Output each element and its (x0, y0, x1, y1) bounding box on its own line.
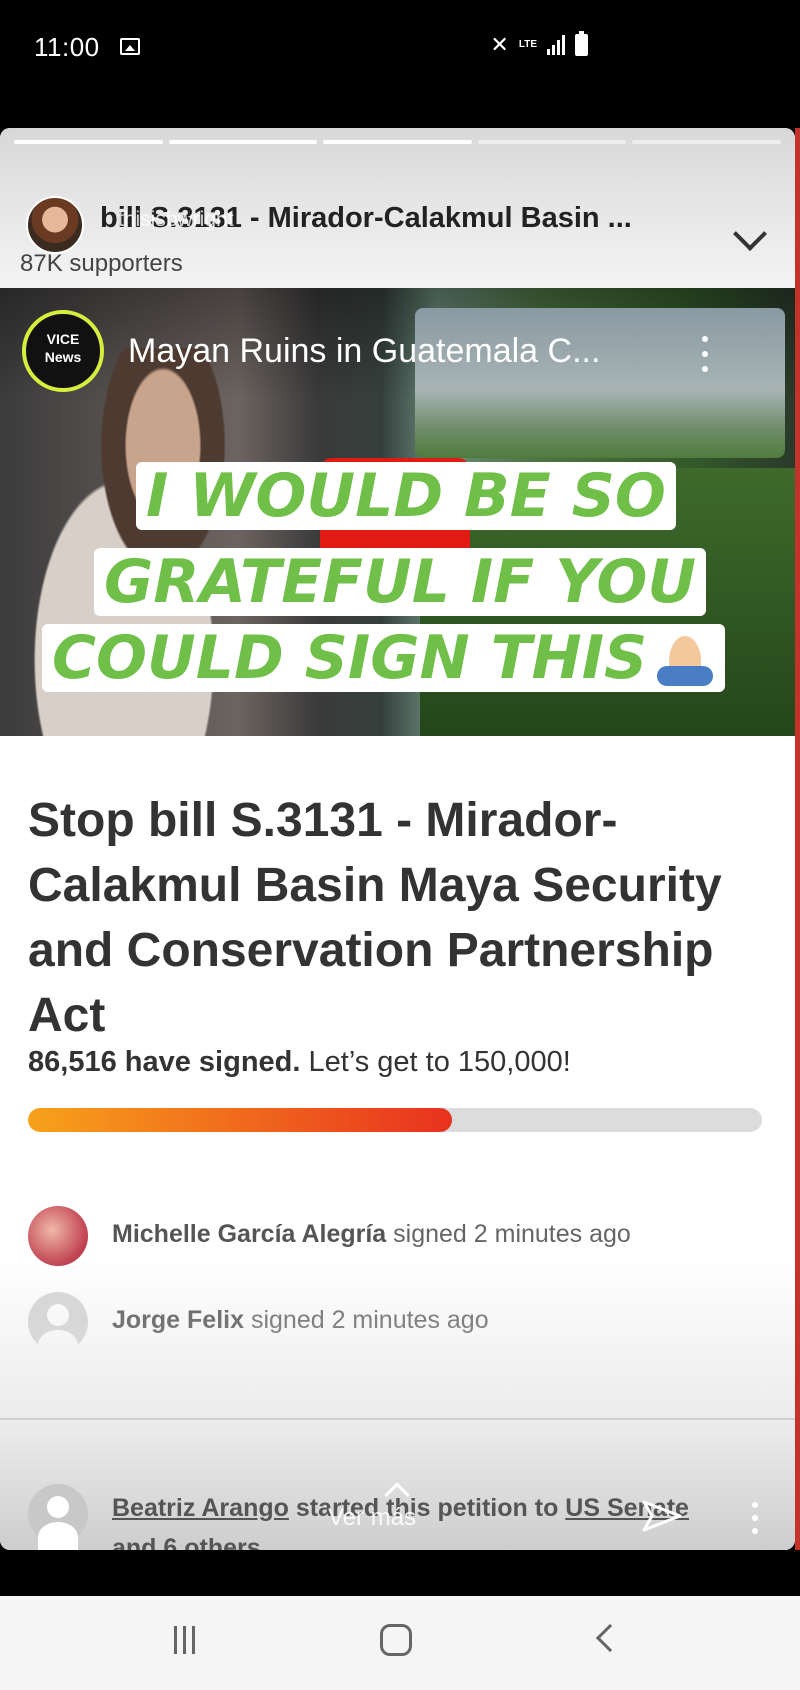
starter-text-end: and 6 others (112, 1534, 261, 1550)
back-button[interactable] (595, 1623, 625, 1653)
signed-count: 86,516 have signed. (28, 1046, 301, 1078)
helicopter-window (415, 308, 785, 458)
story-progress-segment (477, 140, 627, 144)
status-time: 11:00 (34, 32, 100, 62)
status-icons: ✕ LTE (490, 31, 588, 57)
story-progress (14, 140, 781, 144)
story-progress-segment (14, 140, 163, 144)
signal-icon (547, 35, 565, 55)
signer-text: Michelle García Alegría signed 2 minutes… (112, 1220, 631, 1249)
recent-signer: Jorge Felix signed 2 minutes ago (28, 1292, 768, 1352)
recent-signer: Michelle García Alegría signed 2 minutes… (28, 1206, 768, 1266)
petition-starter: Beatriz Arango started this petition to … (112, 1488, 722, 1550)
send-icon[interactable] (642, 1500, 682, 1532)
signature-progress-fill (28, 1108, 452, 1132)
vice-logo-line1: VICE (46, 331, 80, 347)
video-title: Mayan Ruins in Guatemala C... (128, 332, 601, 370)
signature-progress-bar (28, 1108, 762, 1132)
signature-count: 86,516 have signed. Let’s get to 150,000… (28, 1046, 571, 1079)
signer-text: Jorge Felix signed 2 minutes ago (112, 1306, 489, 1335)
sticker-line-3: COULD SIGN THIS (42, 623, 726, 693)
story-progress-segment (632, 140, 781, 144)
home-button[interactable] (380, 1624, 412, 1656)
story-avatar[interactable] (26, 196, 84, 254)
next-story-edge (795, 128, 800, 1550)
recents-button[interactable] (174, 1626, 195, 1654)
see-more-button[interactable]: Ver más (328, 1504, 416, 1532)
starter-avatar (28, 1484, 88, 1550)
signer-avatar (28, 1206, 88, 1266)
supporters-count: 87K supporters (20, 250, 183, 277)
vice-news-logo: VICE News (22, 310, 104, 392)
sticker-line-2: GRATEFUL IF YOU (94, 548, 707, 616)
signer-action: signed 2 minutes ago (250, 1306, 489, 1334)
story-username[interactable]: thisisbwright (118, 208, 234, 232)
sticker-line-1: I WOULD BE SO (136, 462, 676, 530)
petition-title[interactable]: Stop bill S.3131 - Mirador-Calakmul Basi… (28, 788, 748, 1048)
lte-icon: LTE (518, 39, 537, 50)
image-notification-icon (120, 38, 140, 55)
story-progress-segment (323, 140, 472, 144)
starter-name-link[interactable]: Beatriz Arango (112, 1494, 289, 1522)
signer-name: Michelle García Alegría (112, 1220, 387, 1248)
signature-goal: Let’s get to 150,000! (308, 1046, 571, 1078)
sticker-line-3-text: COULD SIGN THIS (52, 623, 648, 693)
battery-icon (575, 31, 588, 56)
vice-logo-line2: News (44, 349, 82, 365)
signer-action: signed 2 minutes ago (393, 1220, 631, 1248)
story-more-icon[interactable] (752, 1502, 758, 1534)
mute-icon: ✕ (490, 32, 509, 57)
signer-avatar (28, 1292, 88, 1352)
video-more-icon[interactable] (702, 336, 710, 372)
praying-hands-icon (655, 634, 715, 688)
petition-header: bill S.3131 - Mirador-Calakmul Basin ...… (0, 162, 795, 282)
person-icon (28, 1484, 88, 1550)
story-card[interactable]: bill S.3131 - Mirador-Calakmul Basin ...… (0, 128, 795, 1550)
chevron-down-icon[interactable] (733, 217, 767, 251)
story-progress-segment (168, 140, 318, 144)
system-nav-bar (0, 1596, 800, 1690)
signer-name: Jorge Felix (112, 1306, 244, 1334)
status-bar: 11:00 ✕ LTE (0, 0, 800, 100)
divider (0, 1418, 795, 1420)
person-icon (28, 1292, 88, 1352)
